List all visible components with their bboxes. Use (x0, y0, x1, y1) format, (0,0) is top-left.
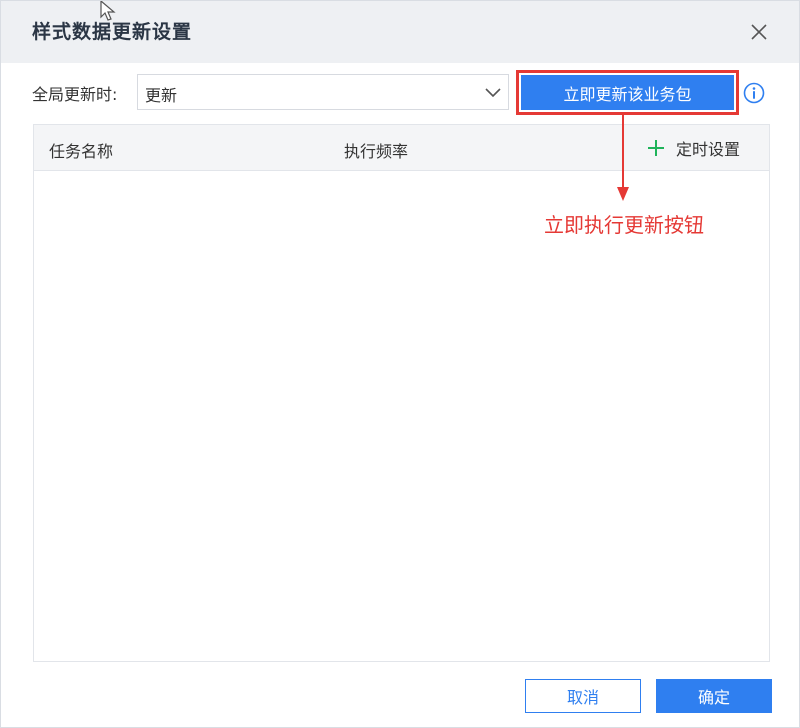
global-update-select-value: 更新 (145, 86, 178, 105)
column-header-frequency: 执行频率 (344, 142, 409, 161)
column-header-task-name: 任务名称 (49, 142, 114, 161)
plus-icon (648, 140, 664, 156)
global-update-select[interactable]: 更新 (137, 74, 509, 110)
annotation-arrow (617, 113, 629, 201)
confirm-button[interactable]: 确定 (656, 679, 772, 713)
update-settings-dialog: 样式数据更新设置 全局更新时: 更新 立即更新该业务包 任务名称 执行频率 定时… (0, 0, 800, 728)
cancel-button[interactable]: 取消 (525, 679, 641, 713)
schedule-settings-button[interactable]: 定时设置 (646, 133, 764, 163)
dialog-title: 样式数据更新设置 (32, 21, 193, 43)
update-now-button[interactable]: 立即更新该业务包 (521, 75, 734, 110)
close-icon[interactable] (747, 20, 771, 44)
mouse-cursor-icon (100, 1, 116, 21)
task-table: 任务名称 执行频率 定时设置 (33, 124, 770, 662)
global-update-label: 全局更新时: (32, 85, 118, 104)
schedule-settings-label: 定时设置 (676, 140, 741, 159)
chevron-down-icon (485, 88, 501, 98)
table-header: 任务名称 执行频率 定时设置 (34, 125, 769, 171)
dialog-titlebar: 样式数据更新设置 (1, 1, 799, 63)
annotation-text: 立即执行更新按钮 (544, 213, 704, 237)
info-icon[interactable] (743, 82, 765, 104)
